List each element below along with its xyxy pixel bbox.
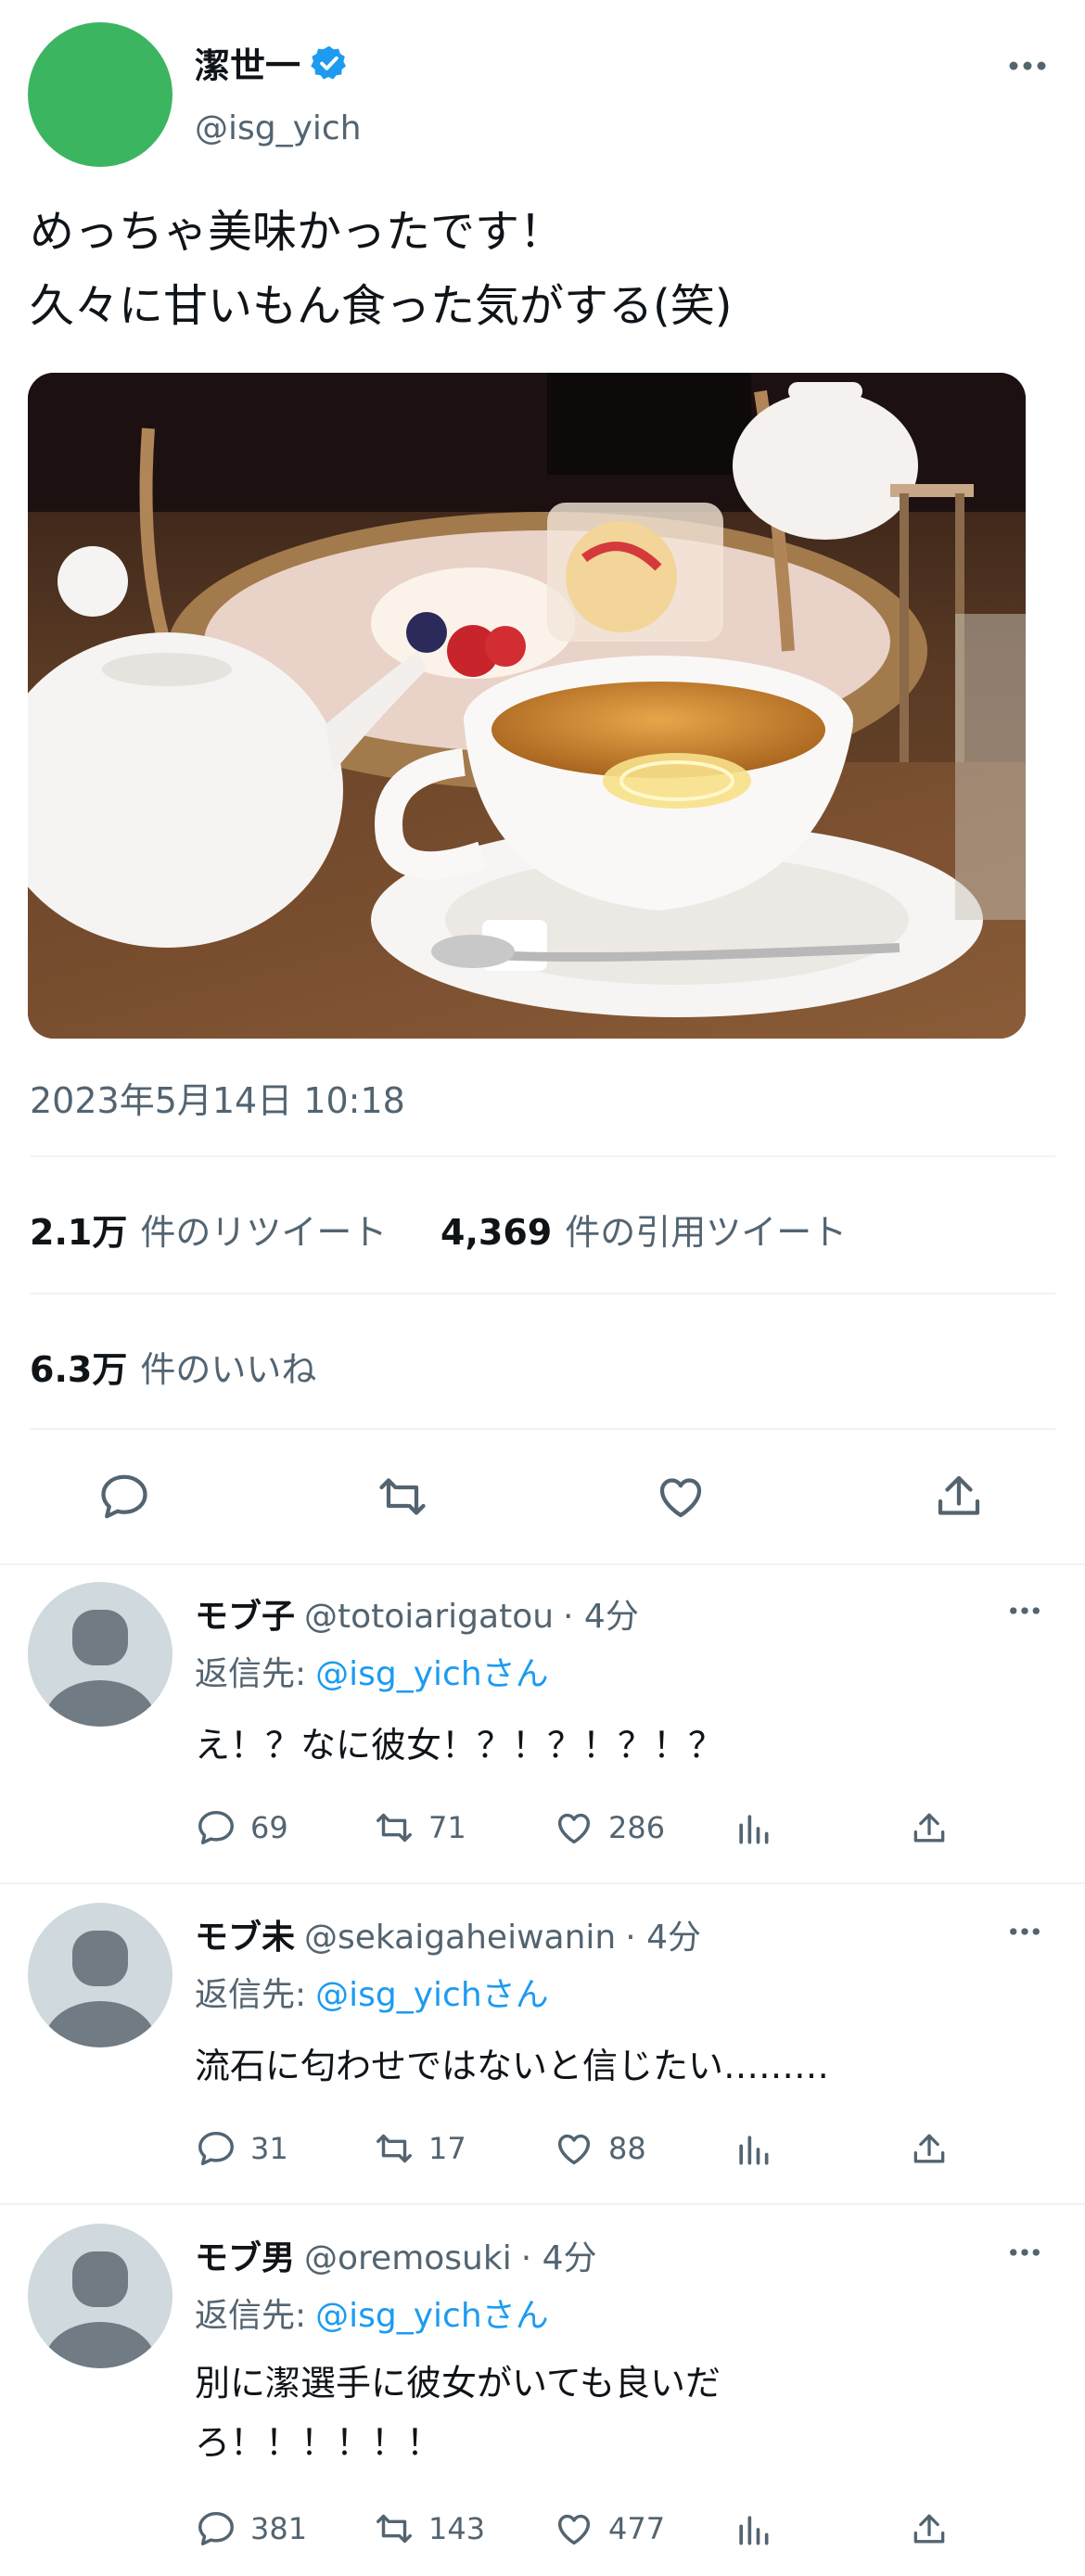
tweet-timestamp[interactable]: 2023年5月14日 10:18 <box>30 1072 405 1123</box>
reply-reply-action[interactable]: 31 <box>195 2127 288 2170</box>
reply-to-link[interactable]: @isg_yichさん <box>315 1647 549 1695</box>
tweet-photo[interactable] <box>28 373 1026 1039</box>
reply-icon[interactable] <box>195 1806 237 1849</box>
retweet-count: 17 <box>428 2131 466 2166</box>
reply-header: モブ未 @sekaigaheiwanin · 4分 <box>195 1910 701 1958</box>
more-icon[interactable] <box>1006 2244 1043 2261</box>
reply-like-action[interactable]: 88 <box>553 2127 646 2170</box>
reply-to-label: 返信先: <box>195 1976 307 2014</box>
reply-text-line: え！？なに彼女！？！？！？！？ <box>195 1725 724 1766</box>
reply-like-action[interactable]: 477 <box>553 2507 665 2550</box>
reply-icon[interactable] <box>195 2507 237 2550</box>
quotes-count: 4,369 <box>440 1212 553 1253</box>
reply-author-name[interactable]: モブ未 <box>195 1910 295 1958</box>
analytics-icon[interactable] <box>733 1808 773 1849</box>
reply-text: 流石に匂わせではないと信じたい……… <box>195 2036 829 2096</box>
reply-text-line: 別に潔選手に彼女がいても良いだ <box>195 2363 721 2404</box>
retweet-icon[interactable] <box>373 1806 415 1849</box>
share-icon[interactable] <box>909 2509 950 2550</box>
reply-to-link[interactable]: @isg_yichさん <box>315 2289 549 2337</box>
more-icon[interactable] <box>1006 1602 1043 1619</box>
reply-retweet-action[interactable]: 71 <box>373 1806 466 1849</box>
more-icon[interactable] <box>1006 56 1049 76</box>
reply-to-link[interactable]: @isg_yichさん <box>315 1968 549 2016</box>
reply-header: モブ男 @oremosuki · 4分 <box>195 2231 597 2279</box>
reply-to: 返信先: @isg_yichさん <box>195 1647 549 1695</box>
author-name[interactable]: 潔世一 <box>195 37 300 88</box>
divider <box>30 1293 1055 1294</box>
reply-text: え！？なに彼女！？！？！？！？ <box>195 1715 723 1775</box>
divider <box>0 2203 1085 2205</box>
retweet-icon[interactable] <box>373 2127 415 2170</box>
analytics-icon[interactable] <box>733 2509 773 2550</box>
author-avatar[interactable] <box>28 22 172 167</box>
reply-avatar[interactable] <box>28 1582 172 1727</box>
tweet-text: めっちゃ美味かったです！ 久々に甘いもん食った気がする(笑) <box>30 195 732 343</box>
reply-avatar[interactable] <box>28 2224 172 2368</box>
retweet-stats[interactable]: 2.1万 件のリツイート <box>30 1204 387 1255</box>
like-icon[interactable] <box>553 1806 595 1849</box>
like-icon[interactable] <box>553 2127 595 2170</box>
reply-time[interactable]: · 4分 <box>625 1910 701 1958</box>
like-icon[interactable] <box>653 1469 708 1524</box>
reply-author-name[interactable]: モブ男 <box>195 2231 295 2279</box>
like-count: 286 <box>608 1810 666 1845</box>
tweet-text-line: めっちゃ美味かったです！ <box>30 206 565 258</box>
retweet-icon[interactable] <box>373 2507 415 2550</box>
reply-text-line: ろ！！！！！！ <box>195 2422 442 2463</box>
reply-reply-action[interactable]: 381 <box>195 2507 307 2550</box>
reply-like-action[interactable]: 286 <box>553 1806 665 1849</box>
reply-retweet-action[interactable]: 17 <box>373 2127 466 2170</box>
author-name-row[interactable]: 潔世一 <box>195 37 349 88</box>
retweets-count: 2.1万 <box>30 1212 128 1253</box>
quote-stats[interactable]: 4,369 件の引用ツイート <box>440 1204 847 1255</box>
reply-icon[interactable] <box>195 2127 237 2170</box>
tweet-text-line: 久々に甘いもん食った気がする(笑) <box>30 280 733 332</box>
retweet-icon[interactable] <box>375 1469 430 1524</box>
reply-count: 69 <box>250 1810 288 1845</box>
reply-time[interactable]: · 4分 <box>521 2231 597 2279</box>
more-icon[interactable] <box>1006 1923 1043 1940</box>
reply-avatar[interactable] <box>28 1903 172 2047</box>
reply-author-handle[interactable]: @oremosuki <box>304 2239 512 2277</box>
share-icon[interactable] <box>909 1808 950 1849</box>
reply-count: 31 <box>250 2131 288 2166</box>
like-count: 88 <box>608 2131 646 2166</box>
divider <box>30 1155 1055 1157</box>
reply-text-line: 流石に匂わせではないと信じたい……… <box>195 2046 830 2086</box>
reply-count: 381 <box>250 2511 308 2546</box>
likes-label: 件のいいね <box>140 1349 317 1390</box>
quotes-label: 件の引用ツイート <box>565 1212 848 1253</box>
retweet-count: 71 <box>428 1810 466 1845</box>
like-stats[interactable]: 6.3万 件のいいね <box>30 1341 316 1392</box>
reply-to-label: 返信先: <box>195 1655 307 1693</box>
reply-header: モブ子 @totoiarigatou · 4分 <box>195 1589 639 1638</box>
like-icon[interactable] <box>553 2507 595 2550</box>
reply-author-name[interactable]: モブ子 <box>195 1589 295 1638</box>
reply-retweet-action[interactable]: 143 <box>373 2507 485 2550</box>
verified-badge-icon <box>310 44 349 83</box>
like-count: 477 <box>608 2511 666 2546</box>
reply-to: 返信先: @isg_yichさん <box>195 2289 549 2337</box>
reply-to-label: 返信先: <box>195 2297 307 2335</box>
share-icon[interactable] <box>931 1469 987 1524</box>
reply-text: 別に潔選手に彼女がいても良いだ ろ！！！！！！ <box>195 2353 721 2472</box>
likes-count: 6.3万 <box>30 1349 128 1390</box>
reply-reply-action[interactable]: 69 <box>195 1806 288 1849</box>
divider <box>30 1428 1055 1430</box>
reply-time[interactable]: · 4分 <box>563 1589 639 1638</box>
divider <box>0 1563 1085 1565</box>
author-handle[interactable]: @isg_yich <box>195 109 362 147</box>
reply-author-handle[interactable]: @sekaigaheiwanin <box>304 1919 616 1957</box>
analytics-icon[interactable] <box>733 2129 773 2170</box>
share-icon[interactable] <box>909 2129 950 2170</box>
reply-to: 返信先: @isg_yichさん <box>195 1968 549 2016</box>
retweet-count: 143 <box>428 2511 486 2546</box>
reply-icon[interactable] <box>96 1469 152 1524</box>
retweets-label: 件のリツイート <box>140 1212 388 1253</box>
reply-author-handle[interactable]: @totoiarigatou <box>304 1598 554 1636</box>
divider <box>0 1882 1085 1884</box>
